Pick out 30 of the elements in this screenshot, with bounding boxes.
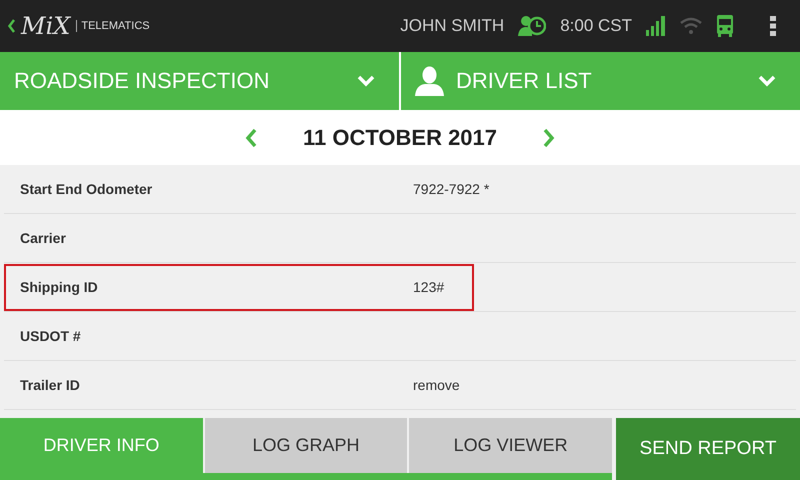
next-day-icon[interactable] — [543, 128, 556, 148]
clock-time: 8:00 CST — [560, 16, 632, 36]
date-label: 11 OCTOBER 2017 — [302, 124, 498, 150]
truck-icon — [716, 15, 734, 37]
driver-list-dropdown[interactable]: DRIVER LIST — [401, 52, 800, 110]
previous-day-icon[interactable] — [244, 128, 257, 148]
chevron-down-icon — [357, 75, 375, 87]
field-label: Shipping ID — [20, 279, 99, 295]
field-label: Carrier — [20, 230, 67, 246]
field-label: Start End Odometer — [20, 181, 154, 197]
field-value: 7922-7922 * — [413, 181, 490, 197]
send-report-button[interactable]: SEND REPORT — [616, 418, 800, 480]
logo: MiX — [21, 12, 70, 40]
brand-label: TELEMATICS — [76, 20, 150, 32]
signal-icon — [646, 16, 666, 36]
inspection-dropdown[interactable]: ROADSIDE INSPECTION — [0, 52, 399, 110]
driver-name: JOHN SMITH — [400, 16, 504, 36]
back-icon[interactable] — [8, 19, 15, 33]
tab[interactable]: LOG GRAPH — [204, 418, 408, 473]
driver-clock-icon — [518, 15, 546, 37]
field-value: remove — [413, 377, 460, 393]
person-icon — [415, 66, 444, 96]
field-label: USDOT # — [20, 328, 82, 344]
wifi-icon — [680, 17, 702, 35]
chevron-down-icon — [758, 75, 776, 87]
field-label: Trailer ID — [20, 377, 81, 393]
tab[interactable]: DRIVER INFO — [0, 418, 203, 473]
field-value: 123# — [413, 279, 444, 295]
menu-icon[interactable] — [770, 16, 776, 36]
tab[interactable]: LOG VIEWER — [409, 418, 612, 473]
